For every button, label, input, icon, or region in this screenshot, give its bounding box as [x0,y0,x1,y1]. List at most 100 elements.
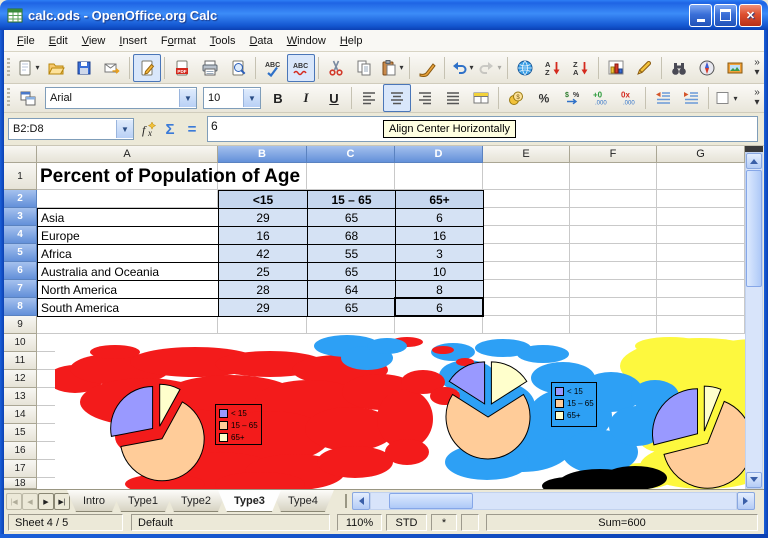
row-header-11[interactable]: 11 [4,352,37,370]
copy-button[interactable] [350,54,378,82]
menu-item-window[interactable]: Window [280,32,333,50]
italic-button[interactable]: I [292,84,320,112]
redo-button[interactable]: ▾ [476,54,504,82]
save-button[interactable] [70,54,98,82]
cell-a4[interactable]: Europe [38,227,219,245]
gallery-button[interactable] [721,54,749,82]
sort-descending-button[interactable]: ZA [567,54,595,82]
vertical-scroll-thumb[interactable] [746,170,762,287]
paste-button[interactable]: ▾ [378,54,406,82]
column-header-f[interactable]: F [570,146,657,163]
row-header-10[interactable]: 10 [4,334,37,352]
status-zoom[interactable]: 110% [337,514,382,531]
email-button[interactable] [98,54,126,82]
draw-functions-button[interactable] [630,54,658,82]
world-map-chart-object[interactable] [55,334,745,489]
cell-b7[interactable]: 28 [219,281,308,299]
cell-c5[interactable]: 55 [308,245,396,263]
row-header-12[interactable]: 12 [4,370,37,388]
name-box[interactable]: B2:D8 ▼ [8,118,134,140]
add-decimal-button[interactable]: +0.000 [586,84,614,112]
column-header-c[interactable]: C [307,146,395,163]
font-name-combo[interactable]: Arial▼ [45,87,197,109]
justified-button[interactable] [439,84,467,112]
row-header-4[interactable]: 4 [4,226,37,244]
cell-c6[interactable]: 65 [308,263,396,281]
cell-b8[interactable]: 29 [219,299,308,317]
maximize-button[interactable] [714,4,737,27]
name-box-dropdown[interactable]: ▼ [116,120,133,138]
column-header-d[interactable]: D [395,146,483,163]
cell-b4[interactable]: 16 [219,227,308,245]
cell-b3[interactable]: 29 [219,209,308,227]
status-selection-mode[interactable]: STD [386,514,427,531]
menu-item-view[interactable]: View [75,32,113,50]
status-page-style[interactable]: Default [131,514,330,531]
cell-a1-title[interactable]: Percent of Population of Age [40,166,300,189]
auto-spellcheck-button[interactable]: ABC [287,54,315,82]
cell-b6[interactable]: 25 [219,263,308,281]
edit-file-button[interactable] [133,54,161,82]
row-header-7[interactable]: 7 [4,280,37,298]
cell-c2[interactable]: 15 – 65 [308,191,396,209]
underline-button[interactable]: U [320,84,348,112]
minimize-button[interactable] [689,4,712,27]
row-header-6[interactable]: 6 [4,262,37,280]
active-cell-border-d8[interactable] [394,297,484,317]
row-header-16[interactable]: 16 [4,442,37,460]
column-header-a[interactable]: A [37,146,218,163]
toolbar-overflow-button[interactable]: »▾ [750,58,764,78]
export-pdf-button[interactable]: PDF [168,54,196,82]
cell-a6[interactable]: Australia and Oceania [38,263,219,281]
cell-a5[interactable]: Africa [38,245,219,263]
chevron-down-icon[interactable]: ▼ [179,89,196,107]
row-header-18[interactable]: 18 [4,478,37,489]
menu-item-insert[interactable]: Insert [112,32,154,50]
vertical-scrollbar[interactable] [745,152,763,489]
menu-item-edit[interactable]: Edit [42,32,75,50]
bold-button[interactable]: B [264,84,292,112]
find-replace-button[interactable] [665,54,693,82]
menu-item-format[interactable]: Format [154,32,203,50]
menu-item-data[interactable]: Data [242,32,279,50]
sheet-tab-type1[interactable]: Type1 [112,490,174,512]
status-sum[interactable]: Sum=600 [486,514,758,531]
cell-a3[interactable]: Asia [38,209,219,227]
styles-button[interactable] [14,84,42,112]
row-header-9[interactable]: 9 [4,316,37,334]
title-bar[interactable]: calc.ods - OpenOffice.org Calc ✕ [0,0,768,30]
chart-button[interactable] [602,54,630,82]
hyperlink-button[interactable] [511,54,539,82]
row-header-17[interactable]: 17 [4,460,37,478]
font-size-combo[interactable]: 10▼ [203,87,261,109]
previous-sheet-button[interactable]: ◀ [22,493,38,510]
scroll-down-button[interactable] [746,472,762,488]
page-preview-button[interactable] [224,54,252,82]
cell-d6[interactable]: 10 [396,263,484,281]
first-sheet-button[interactable]: |◀ [6,493,22,510]
toolbar-grip[interactable] [7,58,10,78]
column-header-g[interactable]: G [657,146,745,163]
row-header-5[interactable]: 5 [4,244,37,262]
delete-decimal-button[interactable]: 0x.000 [614,84,642,112]
row-header-13[interactable]: 13 [4,388,37,406]
row-header-3[interactable]: 3 [4,208,37,226]
scroll-up-button[interactable] [746,153,762,169]
cell-c3[interactable]: 65 [308,209,396,227]
align-center-button[interactable] [383,84,411,112]
currency-button[interactable]: $ [502,84,530,112]
menu-item-help[interactable]: Help [333,32,370,50]
toolbar-grip[interactable] [7,88,10,108]
cell-b2[interactable]: <15 [219,191,308,209]
column-header-e[interactable]: E [483,146,570,163]
cell-a8[interactable]: South America [38,299,219,317]
row-header-1[interactable]: 1 [4,163,37,190]
cell-d2[interactable]: 65+ [396,191,484,209]
cell-c4[interactable]: 68 [308,227,396,245]
scroll-left-button[interactable] [352,492,370,510]
cell-b5[interactable]: 42 [219,245,308,263]
menu-item-file[interactable]: File [10,32,42,50]
sheet-tab-type2[interactable]: Type2 [165,490,227,512]
format-standard-button[interactable]: $% [558,84,586,112]
column-header-b[interactable]: B [218,146,307,163]
